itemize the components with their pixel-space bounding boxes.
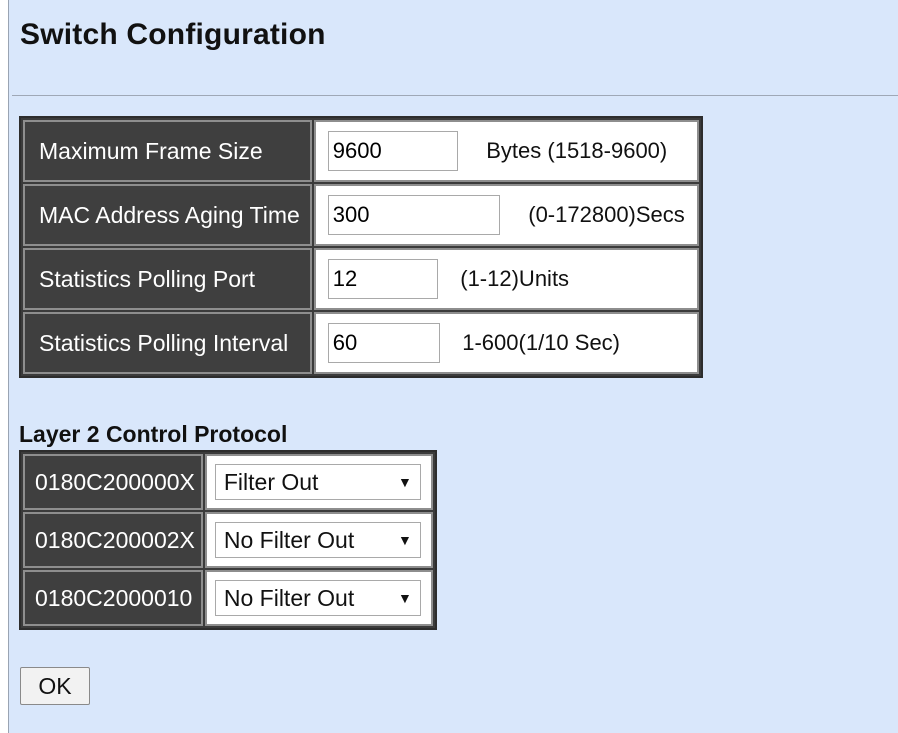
mac-aging-time-input[interactable] (327, 195, 500, 235)
layer2-row: 0180C2000010 No Filter Out ▼ (23, 570, 433, 626)
layer2-select-cell: No Filter Out ▼ (204, 570, 433, 626)
select-value: No Filter Out (223, 526, 355, 553)
config-row-polling-port: Statistics Polling Port (1-12)Units (23, 248, 699, 310)
layer2-row-label: 0180C2000010 (23, 570, 203, 626)
mac-aging-time-label: MAC Address Aging Time (23, 184, 312, 246)
layer2-filter-select[interactable]: No Filter Out ▼ (214, 522, 421, 558)
polling-interval-input[interactable] (327, 323, 440, 363)
layer2-protocol-table: 0180C200000X Filter Out ▼ 0180C200002X N… (19, 450, 437, 630)
polling-port-input[interactable] (327, 259, 438, 299)
title-divider (12, 95, 898, 96)
select-value: No Filter Out (223, 584, 355, 611)
layer2-select-cell: Filter Out ▼ (204, 454, 433, 510)
polling-interval-cell: 1-600(1/10 Sec) (313, 312, 699, 374)
mac-aging-time-unit: (0-172800)Secs (528, 202, 685, 227)
config-row-polling-interval: Statistics Polling Interval 1-600(1/10 S… (23, 312, 699, 374)
select-value: Filter Out (223, 468, 319, 495)
switch-config-table: Maximum Frame Size Bytes (1518-9600) MAC… (19, 116, 703, 378)
max-frame-size-unit: Bytes (1518-9600) (486, 138, 668, 163)
layer2-row: 0180C200000X Filter Out ▼ (23, 454, 433, 510)
page-title: Switch Configuration (20, 18, 326, 51)
polling-port-cell: (1-12)Units (313, 248, 699, 310)
max-frame-size-input[interactable] (327, 131, 458, 171)
polling-port-unit: (1-12)Units (460, 266, 570, 291)
left-frame-border (0, 0, 9, 733)
dropdown-caret-icon: ▼ (398, 532, 412, 548)
layer2-row-label: 0180C200002X (23, 512, 203, 568)
mac-aging-time-cell: (0-172800)Secs (313, 184, 699, 246)
layer2-select-cell: No Filter Out ▼ (204, 512, 433, 568)
max-frame-size-label: Maximum Frame Size (23, 120, 312, 182)
config-row-mac-aging-time: MAC Address Aging Time (0-172800)Secs (23, 184, 699, 246)
layer2-filter-select[interactable]: Filter Out ▼ (214, 464, 421, 500)
layer2-filter-select[interactable]: No Filter Out ▼ (214, 580, 421, 616)
dropdown-caret-icon: ▼ (398, 474, 412, 490)
dropdown-caret-icon: ▼ (398, 590, 412, 606)
max-frame-size-cell: Bytes (1518-9600) (313, 120, 699, 182)
config-row-max-frame-size: Maximum Frame Size Bytes (1518-9600) (23, 120, 699, 182)
polling-interval-unit: 1-600(1/10 Sec) (462, 330, 621, 355)
polling-interval-label: Statistics Polling Interval (23, 312, 312, 374)
layer2-section-title: Layer 2 Control Protocol (19, 421, 288, 447)
layer2-row-label: 0180C200000X (23, 454, 203, 510)
polling-port-label: Statistics Polling Port (23, 248, 312, 310)
layer2-row: 0180C200002X No Filter Out ▼ (23, 512, 433, 568)
ok-button[interactable]: OK (20, 667, 90, 705)
